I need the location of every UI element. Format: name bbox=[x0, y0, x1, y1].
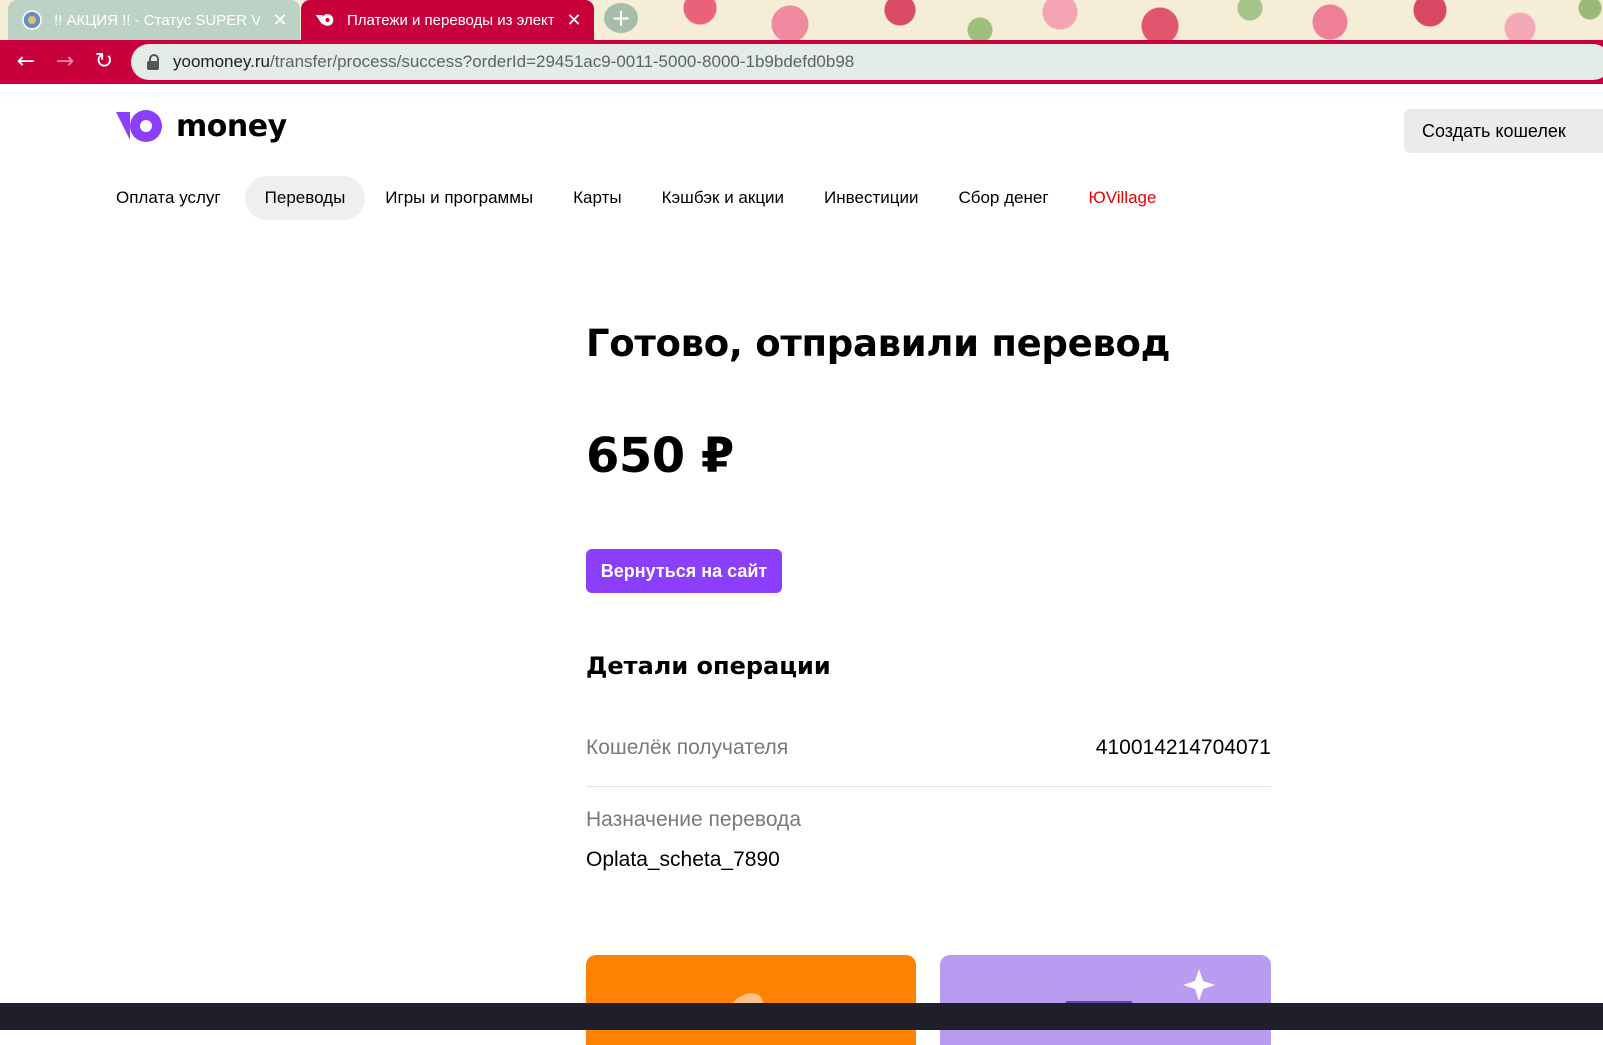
promo-card-orange[interactable] bbox=[586, 955, 916, 1045]
page-title: Готово, отправили перевод bbox=[586, 322, 1171, 365]
forward-arrow-icon[interactable]: → bbox=[51, 48, 79, 76]
browser-toolbar: ← → ↻ yoomoney.ru/transfer/process/succe… bbox=[0, 40, 1603, 84]
browser-tab-2-title: Платежи и переводы из электро bbox=[347, 11, 554, 29]
new-tab-button[interactable]: + bbox=[604, 3, 638, 33]
nav-item-fundraising[interactable]: Сбор денег bbox=[938, 176, 1068, 220]
recipient-wallet-label: Кошелёк получателя bbox=[586, 736, 789, 759]
close-tab-icon[interactable]: ✕ bbox=[272, 10, 288, 31]
browser-tab-1[interactable]: !! АКЦИЯ !! - Статус SUPER VIP с ✕ bbox=[8, 0, 300, 40]
back-arrow-icon[interactable]: ← bbox=[12, 48, 40, 76]
yoomoney-logo[interactable]: money bbox=[116, 108, 287, 144]
create-wallet-button[interactable]: Создать кошелек bbox=[1404, 109, 1603, 153]
yoomoney-favicon-icon bbox=[315, 14, 334, 26]
transfer-purpose-label: Назначение перевода bbox=[586, 808, 801, 831]
nav-item-investments[interactable]: Инвестиции bbox=[804, 176, 938, 220]
yoomoney-logo-icon bbox=[116, 110, 162, 142]
reload-icon[interactable]: ↻ bbox=[90, 48, 118, 76]
url-host: yoomoney.ru bbox=[173, 52, 271, 71]
site-favicon-icon bbox=[22, 10, 42, 30]
transfer-purpose-value: Oplata_scheta_7890 bbox=[586, 848, 780, 871]
lock-icon[interactable] bbox=[147, 54, 161, 70]
nav-item-games[interactable]: Игры и программы bbox=[365, 176, 553, 220]
url-path: /transfer/process/success?orderId=29451a… bbox=[270, 52, 855, 71]
main-navigation: Оплата услуг Переводы Игры и программы К… bbox=[116, 176, 1176, 220]
transfer-amount: 650 ₽ bbox=[586, 428, 734, 484]
address-bar[interactable]: yoomoney.ru/transfer/process/success?ord… bbox=[131, 44, 1603, 80]
recipient-wallet-value: 410014214704071 bbox=[1095, 736, 1271, 759]
details-divider bbox=[586, 786, 1271, 787]
os-taskbar bbox=[0, 1003, 1603, 1030]
nav-item-cards[interactable]: Карты bbox=[553, 176, 641, 220]
close-tab-icon[interactable]: ✕ bbox=[566, 10, 582, 31]
details-title: Детали операции bbox=[586, 652, 831, 680]
promo-card-purple[interactable] bbox=[940, 955, 1271, 1045]
browser-tab-2[interactable]: Платежи и переводы из электро ✕ bbox=[301, 0, 594, 40]
nav-item-services[interactable]: Оплата услуг bbox=[116, 176, 241, 220]
return-to-site-button[interactable]: Вернуться на сайт bbox=[586, 549, 782, 593]
nav-item-transfers[interactable]: Переводы bbox=[244, 176, 366, 220]
nav-item-cashback[interactable]: Кэшбэк и акции bbox=[642, 176, 804, 220]
nav-item-village[interactable]: ЮVillage bbox=[1069, 176, 1177, 220]
browser-tab-1-title: !! АКЦИЯ !! - Статус SUPER VIP с bbox=[54, 11, 260, 29]
browser-tab-strip: !! АКЦИЯ !! - Статус SUPER VIP с ✕ Плате… bbox=[0, 0, 1603, 40]
logo-text: money bbox=[176, 108, 287, 144]
